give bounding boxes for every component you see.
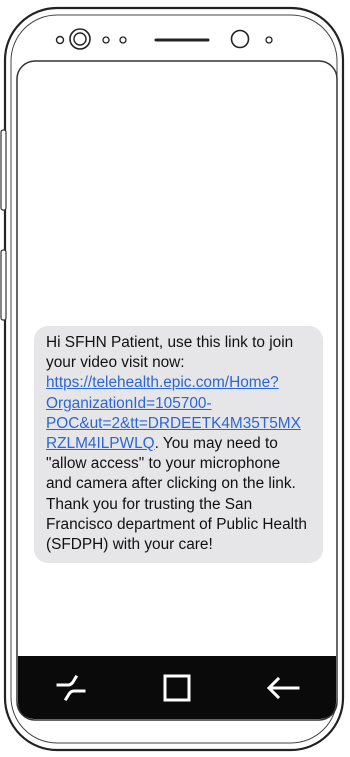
- phone-mockup: Hi SFHN Patient, use this link to join y…: [0, 0, 350, 757]
- message-text-body: . You may need to "allow access" to your…: [46, 435, 307, 554]
- home-icon: [163, 674, 191, 701]
- screen: Hi SFHN Patient, use this link to join y…: [18, 62, 336, 656]
- sms-message-bubble: Hi SFHN Patient, use this link to join y…: [34, 326, 323, 564]
- back-button[interactable]: [253, 663, 313, 713]
- recent-apps-button[interactable]: [41, 663, 101, 713]
- volume-button: [0, 129, 7, 211]
- back-arrow-icon: [266, 676, 300, 699]
- message-text-intro: Hi SFHN Patient, use this link to join y…: [46, 334, 294, 372]
- navigation-bar: [18, 656, 336, 719]
- power-button: [0, 249, 7, 321]
- home-button[interactable]: [147, 663, 207, 713]
- recent-apps-icon: [56, 674, 86, 701]
